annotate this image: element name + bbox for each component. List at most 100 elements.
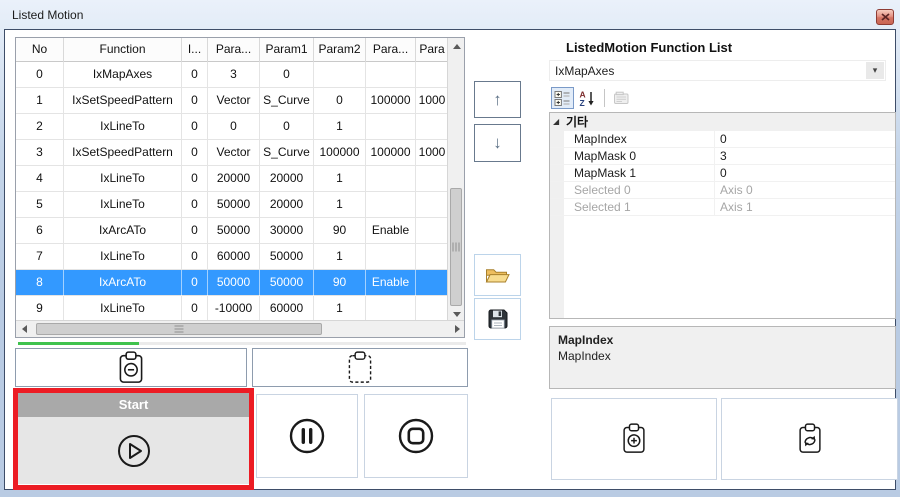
table-cell[interactable]: 3: [16, 140, 64, 166]
table-cell[interactable]: 2: [16, 114, 64, 140]
move-row-up-button[interactable]: ↑: [474, 81, 521, 118]
clear-list-button[interactable]: [252, 348, 468, 387]
table-cell[interactable]: 4: [16, 166, 64, 192]
combo-dropdown-button[interactable]: ▾: [866, 62, 884, 79]
column-header[interactable]: Param1: [260, 38, 314, 62]
remove-from-list-button[interactable]: [15, 348, 247, 387]
table-cell[interactable]: 50000: [208, 218, 260, 244]
table-cell[interactable]: [416, 192, 449, 218]
table-cell[interactable]: 1000: [416, 140, 449, 166]
table-cell[interactable]: [416, 244, 449, 270]
table-cell[interactable]: IxLineTo: [64, 166, 182, 192]
table-cell[interactable]: 50000: [260, 244, 314, 270]
pause-button[interactable]: [256, 394, 358, 478]
function-table[interactable]: NoFunctionI...Para...Param1Param2Para...…: [15, 37, 465, 338]
table-cell[interactable]: 1: [314, 244, 366, 270]
table-cell[interactable]: 3: [208, 62, 260, 88]
column-header[interactable]: No: [16, 38, 64, 62]
property-value[interactable]: 3: [715, 148, 895, 164]
table-cell[interactable]: [366, 62, 416, 88]
table-cell[interactable]: 0: [182, 270, 208, 296]
table-cell[interactable]: 1: [314, 166, 366, 192]
table-cell[interactable]: 100000: [366, 88, 416, 114]
table-cell[interactable]: [366, 114, 416, 140]
table-cell[interactable]: 1: [16, 88, 64, 114]
table-cell[interactable]: 0: [182, 88, 208, 114]
table-cell[interactable]: 1: [314, 192, 366, 218]
table-cell[interactable]: 0: [182, 62, 208, 88]
table-cell[interactable]: [416, 114, 449, 140]
table-cell[interactable]: 50000: [208, 192, 260, 218]
table-cell[interactable]: 20000: [260, 192, 314, 218]
table-cell[interactable]: Vector: [208, 140, 260, 166]
table-cell[interactable]: [366, 296, 416, 322]
add-to-list-button[interactable]: [551, 398, 717, 480]
table-cell[interactable]: Enable: [366, 270, 416, 296]
column-header[interactable]: Function: [64, 38, 182, 62]
table-cell[interactable]: 30000: [260, 218, 314, 244]
table-cell[interactable]: S_Curve: [260, 140, 314, 166]
table-cell[interactable]: 60000: [208, 244, 260, 270]
categorized-view-button[interactable]: [551, 87, 574, 109]
open-file-button[interactable]: [474, 254, 521, 296]
scroll-left-button[interactable]: [16, 321, 33, 337]
table-cell[interactable]: [416, 218, 449, 244]
table-cell[interactable]: 50000: [208, 270, 260, 296]
column-header[interactable]: Para...: [366, 38, 416, 62]
table-cell[interactable]: 0: [260, 62, 314, 88]
property-category-row[interactable]: ◢ 기타: [550, 113, 895, 131]
property-grid[interactable]: ◢ 기타 MapIndex0MapMask 03MapMask 10Select…: [549, 112, 896, 319]
table-cell[interactable]: 0: [182, 192, 208, 218]
table-cell[interactable]: IxLineTo: [64, 114, 182, 140]
table-cell[interactable]: 0: [182, 244, 208, 270]
table-row[interactable]: 5IxLineTo050000200001: [16, 192, 464, 218]
table-row[interactable]: 0IxMapAxes030: [16, 62, 464, 88]
table-cell[interactable]: 50000: [260, 270, 314, 296]
save-file-button[interactable]: [474, 298, 521, 340]
table-cell[interactable]: 90: [314, 270, 366, 296]
property-value[interactable]: 0: [715, 131, 895, 147]
table-row[interactable]: 3IxSetSpeedPattern0VectorS_Curve10000010…: [16, 140, 464, 166]
table-cell[interactable]: [366, 244, 416, 270]
table-cell[interactable]: 100000: [366, 140, 416, 166]
start-button[interactable]: Start: [13, 388, 254, 490]
property-row[interactable]: MapIndex0: [550, 131, 895, 148]
table-cell[interactable]: Vector: [208, 88, 260, 114]
column-header[interactable]: Param2: [314, 38, 366, 62]
table-row[interactable]: 2IxLineTo0001: [16, 114, 464, 140]
table-cell[interactable]: 1000: [416, 88, 449, 114]
table-cell[interactable]: 90: [314, 218, 366, 244]
table-cell[interactable]: 9: [16, 296, 64, 322]
update-list-button[interactable]: [721, 398, 898, 480]
table-cell[interactable]: 1: [314, 296, 366, 322]
table-cell[interactable]: 5: [16, 192, 64, 218]
horizontal-scrollbar[interactable]: [16, 320, 465, 337]
table-cell[interactable]: IxSetSpeedPattern: [64, 88, 182, 114]
move-row-down-button[interactable]: ↓: [474, 124, 521, 162]
close-button[interactable]: [876, 9, 894, 25]
table-row[interactable]: 6IxArcATo0500003000090Enable: [16, 218, 464, 244]
table-cell[interactable]: 0: [182, 114, 208, 140]
property-name[interactable]: MapIndex: [550, 131, 715, 147]
column-header[interactable]: I...: [182, 38, 208, 62]
table-cell[interactable]: S_Curve: [260, 88, 314, 114]
property-row[interactable]: MapMask 03: [550, 148, 895, 165]
column-header[interactable]: Para: [416, 38, 449, 62]
table-cell[interactable]: [314, 62, 366, 88]
table-row[interactable]: 8IxArcATo0500005000090Enable: [16, 270, 464, 296]
table-cell[interactable]: 7: [16, 244, 64, 270]
table-cell[interactable]: [416, 296, 449, 322]
table-cell[interactable]: 20000: [208, 166, 260, 192]
property-name[interactable]: MapMask 1: [550, 165, 715, 181]
function-select-combo[interactable]: IxMapAxes ▾: [549, 60, 886, 81]
table-cell[interactable]: -10000: [208, 296, 260, 322]
table-cell[interactable]: 0: [16, 62, 64, 88]
table-cell[interactable]: IxSetSpeedPattern: [64, 140, 182, 166]
table-cell[interactable]: Enable: [366, 218, 416, 244]
table-cell[interactable]: [416, 166, 449, 192]
property-row[interactable]: MapMask 10: [550, 165, 895, 182]
property-name[interactable]: MapMask 0: [550, 148, 715, 164]
table-cell[interactable]: 0: [182, 218, 208, 244]
table-cell[interactable]: [366, 192, 416, 218]
stop-button[interactable]: [364, 394, 468, 478]
